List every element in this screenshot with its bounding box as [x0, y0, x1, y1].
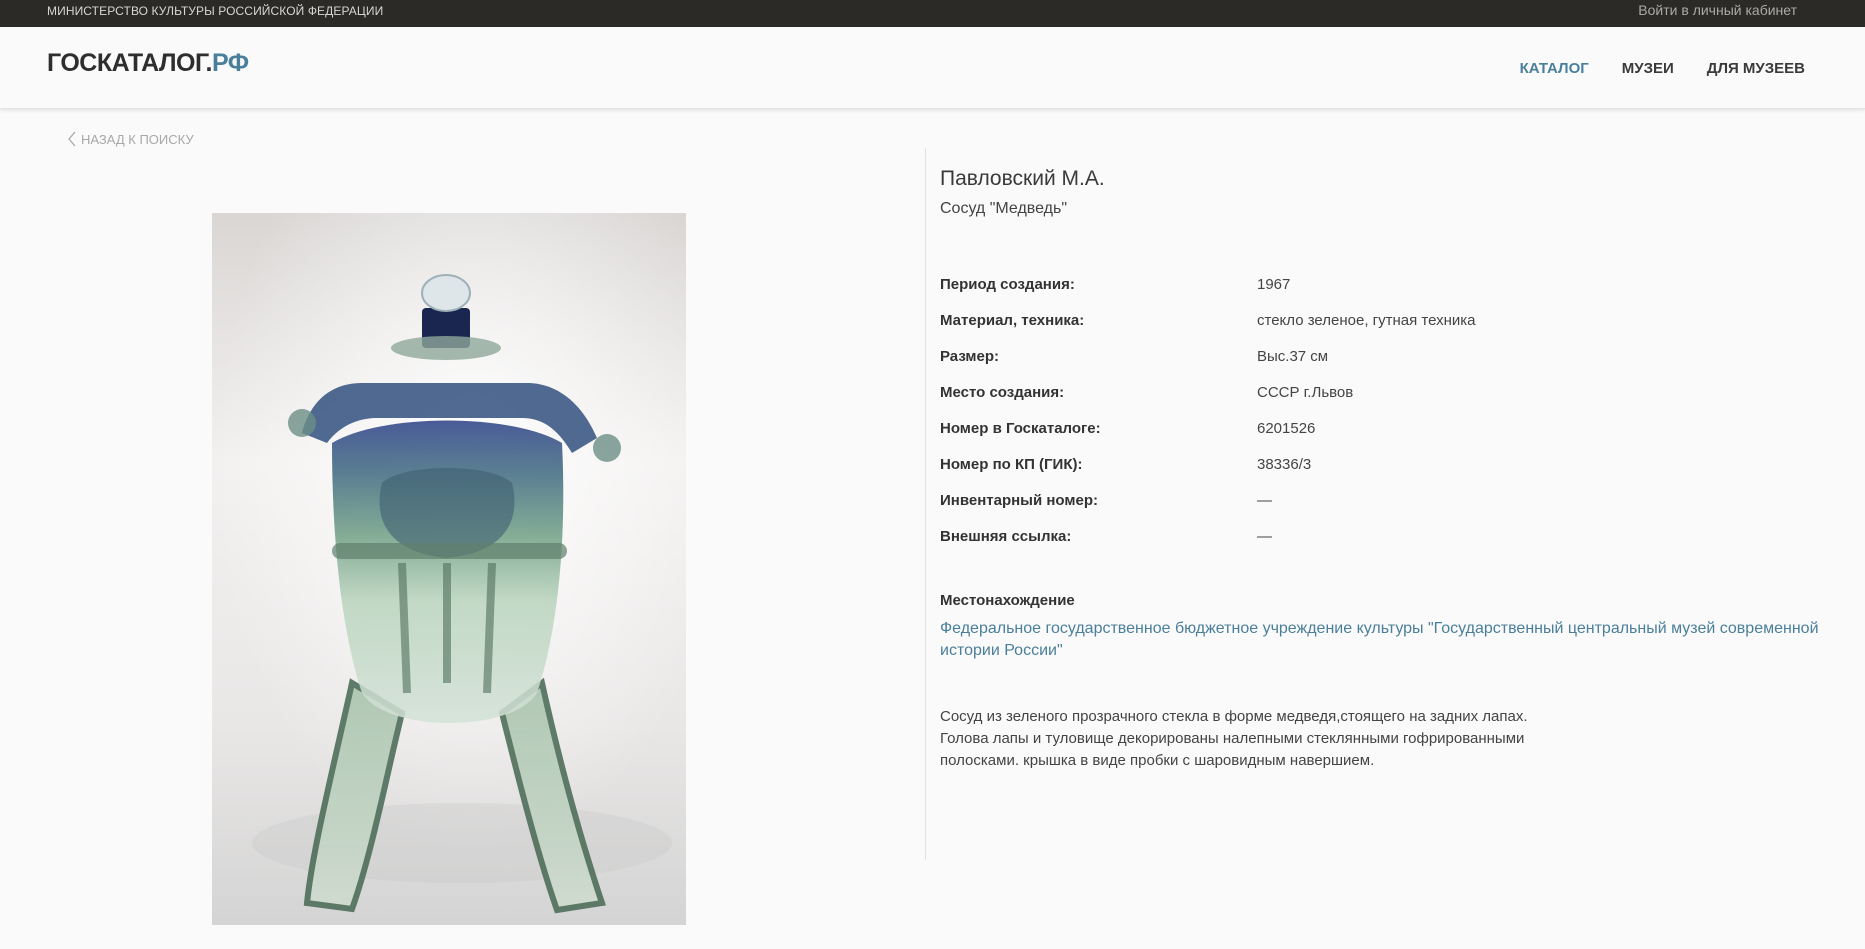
- properties-list: Период создания: 1967 Материал, техника:…: [940, 266, 1820, 554]
- nav-catalog[interactable]: КАТАЛОГ: [1520, 60, 1589, 77]
- property-value: 38336/3: [1257, 455, 1312, 473]
- property-value: 6201526: [1257, 419, 1316, 437]
- location-section: Местонахождение Федеральное государствен…: [940, 590, 1820, 662]
- glass-bear-image: [212, 213, 686, 925]
- object-photo[interactable]: [212, 213, 686, 925]
- property-row: Размер: Выс.37 см: [940, 338, 1820, 374]
- column-divider: [925, 148, 926, 860]
- property-value: —: [1257, 491, 1272, 509]
- property-row: Период создания: 1967: [940, 266, 1820, 302]
- main-nav: КАТАЛОГ МУЗЕИ ДЛЯ МУЗЕЕВ: [1487, 27, 1805, 109]
- property-value: СССР г.Львов: [1257, 383, 1354, 401]
- property-value: 1967: [1257, 275, 1291, 293]
- property-key: Номер по КП (ГИК):: [940, 455, 1083, 473]
- property-value: —: [1257, 527, 1272, 545]
- museum-link[interactable]: Федеральное государственное бюджетное уч…: [940, 618, 1820, 662]
- property-key: Место создания:: [940, 383, 1065, 401]
- object-author: Павловский М.А.: [940, 167, 1105, 190]
- top-bar: Министерство культуры Российской Федерац…: [0, 0, 1865, 27]
- property-key: Размер:: [940, 347, 1000, 365]
- back-to-search-link[interactable]: Назад к поиску: [66, 131, 194, 147]
- property-row: Материал, техника: стекло зеленое, гутна…: [940, 302, 1820, 338]
- logo-accent: РФ: [211, 49, 249, 77]
- property-key: Материал, техника:: [940, 311, 1085, 329]
- ministry-label: Министерство культуры Российской Федерац…: [47, 4, 384, 18]
- property-value: стекло зеленое, гутная техника: [1257, 311, 1476, 329]
- property-row: Номер в Госкаталоге: 6201526: [940, 410, 1820, 446]
- nav-for-museums[interactable]: ДЛЯ МУЗЕЕВ: [1707, 60, 1805, 77]
- login-link[interactable]: Войти в личный кабинет: [1638, 0, 1797, 21]
- property-key: Инвентарный номер:: [940, 491, 1098, 509]
- property-key: Период создания:: [940, 275, 1075, 293]
- property-key: Номер в Госкаталоге:: [940, 419, 1101, 437]
- site-logo[interactable]: ГОСКАТАЛОГ.РФ: [47, 49, 249, 78]
- property-value: Выс.37 см: [1257, 347, 1329, 365]
- chevron-left-icon: [68, 131, 76, 147]
- logo-main: ГОСКАТАЛОГ.: [47, 49, 212, 77]
- location-heading: Местонахождение: [940, 592, 1075, 609]
- property-key: Внешняя ссылка:: [940, 527, 1072, 545]
- property-row: Номер по КП (ГИК): 38336/3: [940, 446, 1820, 482]
- property-row: Внешняя ссылка: —: [940, 518, 1820, 554]
- object-header: Павловский М.А. Сосуд "Медведь": [940, 164, 1820, 220]
- site-header: ГОСКАТАЛОГ.РФ КАТАЛОГ МУЗЕИ ДЛЯ МУЗЕЕВ: [0, 27, 1865, 109]
- object-description: Сосуд из зеленого прозрачного стекла в ф…: [940, 708, 1528, 769]
- object-title: Сосуд "Медведь": [940, 200, 1067, 217]
- nav-museums[interactable]: МУЗЕИ: [1622, 60, 1674, 77]
- back-to-search-label: Назад к поиску: [81, 131, 194, 147]
- property-row: Место создания: СССР г.Львов: [940, 374, 1820, 410]
- property-row: Инвентарный номер: —: [940, 482, 1820, 518]
